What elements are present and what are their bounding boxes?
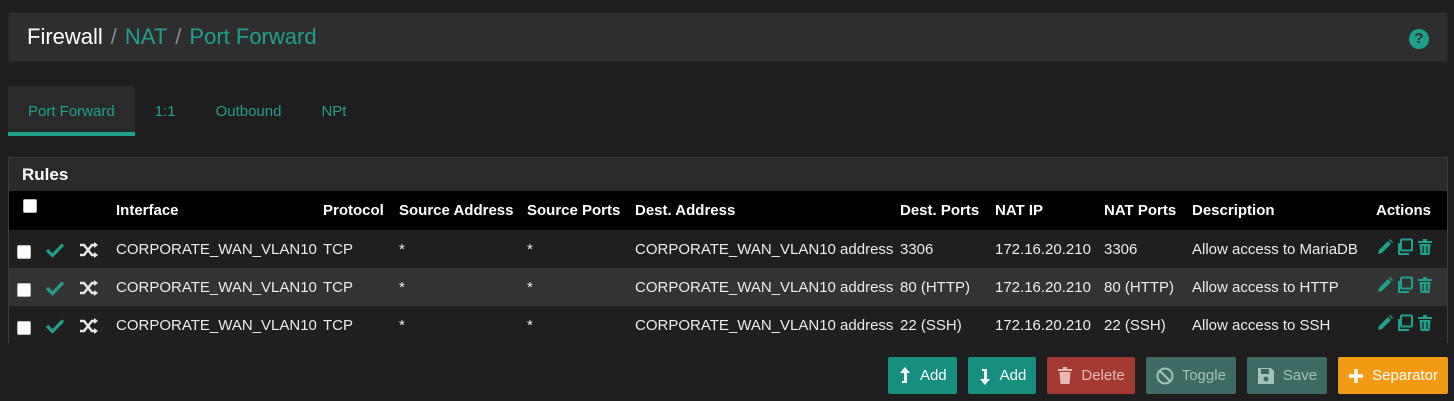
level-down-icon [979, 368, 990, 385]
cell-protocol: TCP [323, 316, 353, 334]
cell-nat-ports: 22 (SSH) [1104, 316, 1166, 334]
cell-interface: CORPORATE_WAN_VLAN10 [116, 316, 317, 334]
random-icon[interactable] [79, 241, 99, 258]
rules-panel-title: Rules [9, 158, 1447, 191]
ban-icon [1156, 367, 1174, 384]
cell-source-ports: * [527, 240, 533, 258]
col-interface[interactable]: Interface [116, 191, 323, 230]
breadcrumb-port-forward[interactable]: Port Forward [189, 24, 316, 50]
rules-table: Interface Protocol Source Address Source… [9, 191, 1447, 344]
delete-label: Delete [1081, 367, 1125, 384]
question-circle-icon[interactable]: ? [1409, 29, 1429, 49]
cell-description: Allow access to HTTP [1192, 278, 1339, 296]
cell-dest-ports: 22 (SSH) [900, 316, 962, 334]
breadcrumb-separator: / [110, 24, 117, 49]
cell-source-address: * [399, 278, 405, 296]
col-protocol[interactable]: Protocol [323, 191, 399, 230]
level-up-icon [899, 366, 910, 383]
random-icon[interactable] [79, 279, 99, 296]
breadcrumb-separator: / [175, 24, 182, 49]
row-actions [1376, 314, 1434, 332]
cell-source-ports: * [527, 316, 533, 334]
col-dest-address[interactable]: Dest. Address [635, 191, 900, 230]
cell-nat-ip: 172.16.20.210 [995, 316, 1091, 334]
cell-protocol: TCP [323, 278, 353, 296]
check-icon[interactable] [45, 280, 65, 296]
rules-header-row: Interface Protocol Source Address Source… [9, 191, 1447, 230]
table-row[interactable]: CORPORATE_WAN_VLAN10 TCP * * CORPORATE_W… [9, 306, 1447, 344]
cell-nat-ports: 80 (HTTP) [1104, 278, 1175, 296]
select-all-checkbox[interactable] [23, 199, 37, 214]
breadcrumb-bar: Firewall / NAT / Port Forward ? [8, 12, 1448, 62]
cell-description: Allow access to MariaDB [1192, 240, 1358, 258]
trash-icon[interactable] [1416, 238, 1434, 256]
cell-dest-address: CORPORATE_WAN_VLAN10 address [635, 278, 894, 296]
cell-nat-ip: 172.16.20.210 [995, 278, 1091, 296]
toggle-button[interactable]: Toggle [1145, 357, 1236, 394]
row-actions [1376, 276, 1434, 294]
pencil-icon[interactable] [1376, 238, 1394, 256]
col-source-ports[interactable]: Source Ports [527, 191, 635, 230]
pencil-icon[interactable] [1376, 314, 1394, 332]
rules-panel: Rules Interface Protocol Source Address … [8, 157, 1448, 344]
plus-icon [1349, 368, 1364, 383]
check-icon[interactable] [45, 318, 65, 334]
cell-dest-address: CORPORATE_WAN_VLAN10 address [635, 316, 894, 334]
trash-icon [1058, 366, 1073, 384]
tab-1-1[interactable]: 1:1 [135, 86, 196, 136]
col-source-address[interactable]: Source Address [399, 191, 527, 230]
add-bottom-label: Add [999, 367, 1027, 384]
cell-source-address: * [399, 240, 405, 258]
add-top-button[interactable]: Add [887, 357, 957, 394]
cell-description: Allow access to SSH [1192, 316, 1331, 334]
save-button[interactable]: Save [1246, 357, 1328, 394]
rules-action-bar: Add Add Delete Toggle Save Separator [887, 357, 1448, 394]
copy-icon[interactable] [1396, 276, 1414, 294]
breadcrumb-nat[interactable]: NAT [125, 24, 167, 50]
row-actions [1376, 238, 1434, 256]
tab-outbound[interactable]: Outbound [196, 86, 302, 136]
add-bottom-button[interactable]: Add [967, 357, 1037, 394]
table-row[interactable]: CORPORATE_WAN_VLAN10 TCP * * CORPORATE_W… [9, 268, 1447, 306]
save-icon [1257, 367, 1274, 384]
cell-protocol: TCP [323, 240, 353, 258]
separator-button[interactable]: Separator [1338, 357, 1448, 394]
cell-interface: CORPORATE_WAN_VLAN10 [116, 240, 317, 258]
nat-tabs: Port Forward 1:1 Outbound NPt [8, 86, 366, 136]
save-label: Save [1282, 367, 1318, 384]
trash-icon[interactable] [1416, 314, 1434, 332]
table-row[interactable]: CORPORATE_WAN_VLAN10 TCP * * CORPORATE_W… [9, 230, 1447, 268]
col-actions: Actions [1376, 202, 1432, 219]
pencil-icon[interactable] [1376, 276, 1394, 294]
toggle-label: Toggle [1181, 367, 1226, 384]
row-checkbox[interactable] [17, 320, 31, 335]
cell-source-ports: * [527, 278, 533, 296]
row-checkbox[interactable] [17, 282, 31, 297]
copy-icon[interactable] [1396, 314, 1414, 332]
cell-interface: CORPORATE_WAN_VLAN10 [116, 278, 317, 296]
col-description[interactable]: Description [1192, 191, 1376, 230]
row-checkbox[interactable] [17, 244, 31, 259]
random-icon[interactable] [79, 317, 99, 334]
cell-nat-ports: 3306 [1104, 240, 1138, 258]
delete-button[interactable]: Delete [1047, 357, 1135, 394]
cell-source-address: * [399, 316, 405, 334]
cell-dest-ports: 3306 [900, 240, 934, 258]
cell-dest-ports: 80 (HTTP) [900, 278, 971, 296]
breadcrumb-firewall: Firewall [27, 24, 103, 49]
add-top-label: Add [919, 367, 947, 384]
separator-label: Separator [1372, 367, 1438, 384]
col-nat-ip[interactable]: NAT IP [995, 191, 1104, 230]
col-nat-ports[interactable]: NAT Ports [1104, 191, 1192, 230]
trash-icon[interactable] [1416, 276, 1434, 294]
tab-port-forward[interactable]: Port Forward [8, 86, 135, 136]
cell-dest-address: CORPORATE_WAN_VLAN10 address [635, 240, 894, 258]
tab-npt[interactable]: NPt [301, 86, 366, 136]
col-dest-ports[interactable]: Dest. Ports [900, 191, 995, 230]
copy-icon[interactable] [1396, 238, 1414, 256]
cell-nat-ip: 172.16.20.210 [995, 240, 1091, 258]
check-icon[interactable] [45, 242, 65, 258]
